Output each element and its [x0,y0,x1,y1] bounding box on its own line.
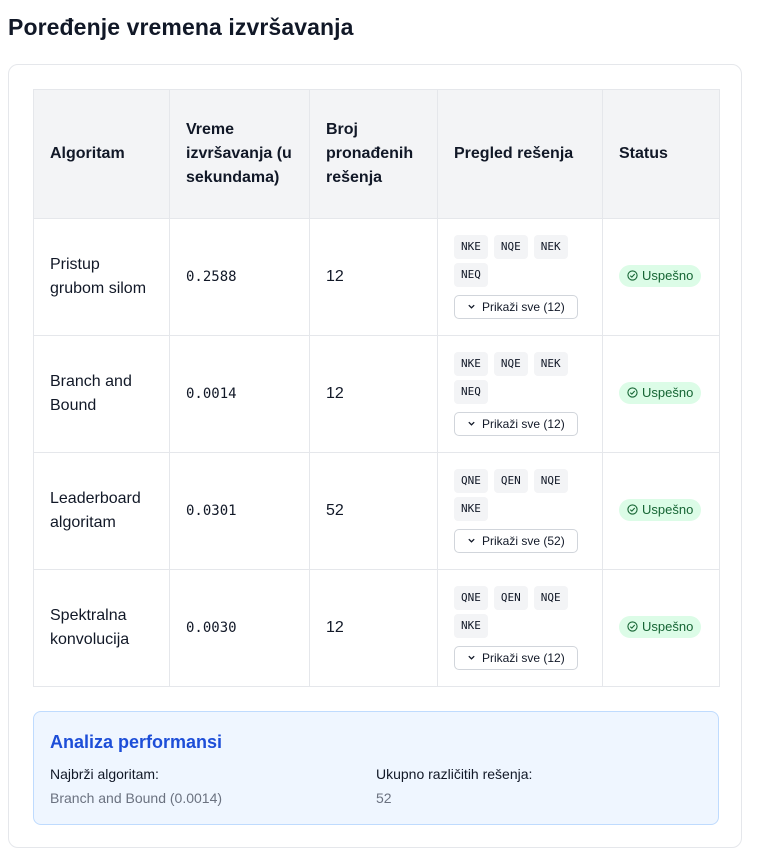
header-time: Vreme izvršavanja (u sekundama) [169,89,310,219]
solution-chip: NQE [493,351,528,376]
solution-chips: NKE NQE NEK NEQ [454,351,582,404]
status-badge: Uspešno [619,498,702,521]
check-circle-icon [627,621,638,632]
comparison-table: Algoritam Vreme izvršavanja (u sekundama… [33,89,720,687]
solution-preview: NKE NQE NEK NEQ Prikaži sve (12) [437,218,603,336]
header-preview: Pregled rešenja [437,89,603,219]
status-label: Uspešno [642,267,694,283]
solution-chips: QNE QEN NQE NKE [454,585,582,638]
chevron-down-icon [468,538,475,543]
algorithm-name: Leaderboard algoritam [33,452,170,570]
status-label: Uspešno [642,501,694,517]
execution-time: 0.2588 [169,218,310,336]
solution-preview: NKE NQE NEK NEQ Prikaži sve (12) [437,335,603,453]
execution-time: 0.0030 [169,569,310,687]
solution-count: 12 [309,569,438,687]
show-all-label: Prikaži sve (12) [482,299,565,314]
analysis-grid: Najbrži algoritam: Branch and Bound (0.0… [50,764,702,808]
performance-analysis-panel: Analiza performansi Najbrži algoritam: B… [33,711,719,825]
status-cell: Uspešno [602,335,720,453]
show-all-label: Prikaži sve (12) [482,416,565,431]
show-all-button[interactable]: Prikaži sve (12) [454,645,578,670]
fastest-label: Najbrži algoritam: [50,766,159,782]
solution-chip: NEK [533,234,568,259]
comparison-card: Algoritam Vreme izvršavanja (u sekundama… [8,64,742,848]
page-title: Poređenje vremena izvršavanja [8,14,354,40]
algorithm-name: Pristup grubom silom [33,218,170,336]
solution-chip: NKE [454,496,488,521]
solution-chip: NEQ [454,379,488,404]
solution-count: 12 [309,335,438,453]
status-badge: Uspešno [619,264,702,287]
chevron-down-icon [468,304,475,309]
total-value: 52 [376,790,392,806]
algorithm-name: Branch and Bound [33,335,170,453]
table-row: Branch and Bound 0.0014 12 NKE NQE NEK N… [33,335,720,453]
solution-chip: NEQ [454,262,488,287]
execution-time: 0.0301 [169,452,310,570]
solution-preview: QNE QEN NQE NKE Prikaži sve (52) [437,452,603,570]
solution-chip: QEN [493,585,528,610]
total-label: Ukupno različitih rešenja: [376,766,533,782]
table-row: Pristup grubom silom 0.2588 12 NKE NQE N… [33,218,720,336]
algorithm-name: Spektralna konvolucija [33,569,170,687]
show-all-label: Prikaži sve (52) [482,533,565,548]
solution-preview: QNE QEN NQE NKE Prikaži sve (12) [437,569,603,687]
status-label: Uspešno [642,384,694,400]
header-status: Status [602,89,720,219]
show-all-label: Prikaži sve (12) [482,650,565,665]
status-badge: Uspešno [619,615,702,638]
table-row: Spektralna konvolucija 0.0030 12 QNE QEN… [33,569,720,687]
status-cell: Uspešno [602,218,720,336]
show-all-button[interactable]: Prikaži sve (52) [454,528,578,553]
solution-chip: NQE [533,585,568,610]
execution-time: 0.0014 [169,335,310,453]
check-circle-icon [627,504,638,515]
fastest-algorithm: Najbrži algoritam: Branch and Bound (0.0… [50,764,376,808]
chevron-down-icon [468,655,475,660]
fastest-value: Branch and Bound (0.0014) [50,790,223,806]
solution-chips: NKE NQE NEK NEQ [454,234,582,287]
analysis-title: Analiza performansi [50,732,223,752]
solution-chip: NKE [454,234,488,259]
solution-chip: NQE [533,468,568,493]
header-count: Broj pronađenih rešenja [309,89,438,219]
chevron-down-icon [468,421,475,426]
solution-chip: QNE [454,468,488,493]
solution-chip: NQE [493,234,528,259]
solution-chip: QNE [454,585,488,610]
status-badge: Uspešno [619,381,702,404]
solution-chips: QNE QEN NQE NKE [454,468,582,521]
show-all-button[interactable]: Prikaži sve (12) [454,411,578,436]
header-algorithm: Algoritam [33,89,170,219]
total-solutions: Ukupno različitih rešenja: 52 [376,764,702,808]
solution-chip: NEK [533,351,568,376]
check-circle-icon [627,270,638,281]
table-header-row: Algoritam Vreme izvršavanja (u sekundama… [33,89,720,219]
status-cell: Uspešno [602,452,720,570]
solution-chip: QEN [493,468,528,493]
status-label: Uspešno [642,618,694,634]
solution-chip: NKE [454,351,488,376]
solution-count: 12 [309,218,438,336]
solution-count: 52 [309,452,438,570]
check-circle-icon [627,387,638,398]
table-row: Leaderboard algoritam 0.0301 52 QNE QEN … [33,452,720,570]
status-cell: Uspešno [602,569,720,687]
show-all-button[interactable]: Prikaži sve (12) [454,294,578,319]
solution-chip: NKE [454,613,488,638]
